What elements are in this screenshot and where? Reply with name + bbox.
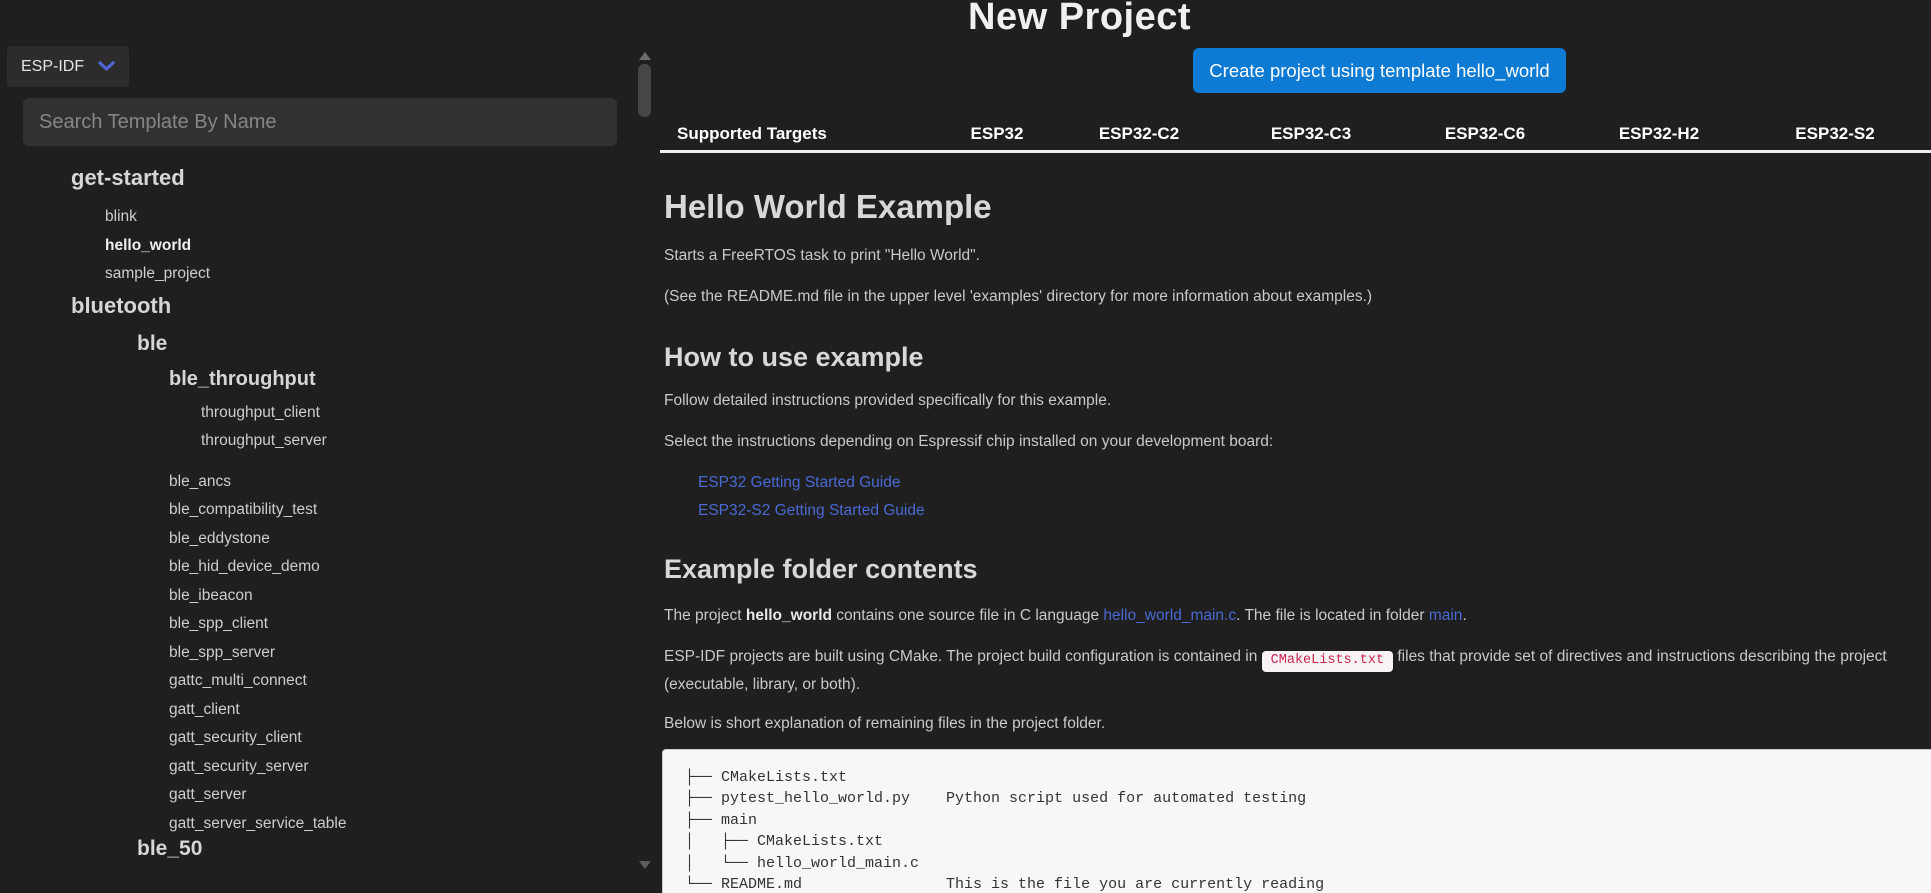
tree-item-ble_compatibility_test[interactable]: ble_compatibility_test bbox=[0, 496, 634, 525]
tree-category-ble[interactable]: ble bbox=[0, 331, 634, 356]
template-tree: get-started blinkhello_worldsample_projec… bbox=[0, 160, 634, 893]
link-hello-world-main[interactable]: hello_world_main.c bbox=[1103, 607, 1236, 624]
tree-item-gattc_multi_connect[interactable]: gattc_multi_connect bbox=[0, 667, 634, 696]
scroll-up-icon[interactable] bbox=[639, 52, 651, 60]
readme-paragraph: ESP-IDF projects are built using CMake. … bbox=[664, 648, 1931, 672]
text-run: The project bbox=[664, 607, 746, 624]
readme-paragraph: Starts a FreeRTOS task to print "Hello W… bbox=[664, 247, 980, 265]
section-heading-contents: Example folder contents bbox=[664, 554, 978, 585]
sidebar-scrollbar[interactable] bbox=[636, 0, 652, 893]
main-panel: New Project Create project using templat… bbox=[660, 0, 1931, 893]
framework-select[interactable]: ESP-IDF bbox=[7, 46, 129, 87]
tree-item-ble_ibeacon[interactable]: ble_ibeacon bbox=[0, 582, 634, 611]
project-name: hello_world bbox=[746, 607, 832, 624]
tree-item-gatt_client[interactable]: gatt_client bbox=[0, 696, 634, 725]
link-main-folder[interactable]: main bbox=[1429, 607, 1463, 624]
tree-item-sample_project[interactable]: sample_project bbox=[0, 260, 634, 289]
inline-code-cmakelists: CMakeLists.txt bbox=[1262, 651, 1393, 672]
tree-item-gatt_server[interactable]: gatt_server bbox=[0, 781, 634, 810]
search-input[interactable] bbox=[23, 98, 617, 146]
readme-paragraph: Follow detailed instructions provided sp… bbox=[664, 392, 1111, 410]
template-sidebar: ESP-IDF get-started blinkhello_worldsampl… bbox=[0, 0, 660, 893]
guide-link-0[interactable]: ESP32 Getting Started Guide bbox=[698, 474, 900, 492]
text-run: . The file is located in folder bbox=[1236, 607, 1429, 624]
tree-item-gatt_security_client[interactable]: gatt_security_client bbox=[0, 724, 634, 753]
tree-item-ble_spp_client[interactable]: ble_spp_client bbox=[0, 610, 634, 639]
tree-item-gatt_security_server[interactable]: gatt_security_server bbox=[0, 753, 634, 782]
scroll-down-icon[interactable] bbox=[639, 861, 651, 869]
readme-paragraph: (executable, library, or both). bbox=[664, 676, 860, 694]
tree-category-bluetooth[interactable]: bluetooth bbox=[0, 293, 634, 319]
text-run: . bbox=[1462, 607, 1466, 624]
tree-item-blink[interactable]: blink bbox=[0, 203, 634, 232]
tree-item-ble_eddystone[interactable]: ble_eddystone bbox=[0, 525, 634, 554]
text-run: contains one source file in C language bbox=[832, 607, 1103, 624]
tree-item-ble_ancs[interactable]: ble_ancs bbox=[0, 468, 634, 497]
readme-paragraph: (See the README.md file in the upper lev… bbox=[664, 288, 1372, 306]
tree-category-ble_throughput[interactable]: ble_throughput bbox=[0, 367, 634, 391]
tree-item-ble_hid_device_demo[interactable]: ble_hid_device_demo bbox=[0, 553, 634, 582]
tree-category-ble_50[interactable]: ble_50 bbox=[0, 836, 634, 861]
scrollbar-thumb[interactable] bbox=[638, 64, 651, 117]
section-heading-usage: How to use example bbox=[664, 342, 924, 373]
guide-link-1[interactable]: ESP32-S2 Getting Started Guide bbox=[698, 502, 925, 520]
text-run: files that provide set of directives and… bbox=[1393, 648, 1887, 665]
readme-paragraph: The project hello_world contains one sou… bbox=[664, 607, 1467, 625]
readme-paragraph: Select the instructions depending on Esp… bbox=[664, 433, 1273, 451]
readme-preview: Hello World Example Starts a FreeRTOS ta… bbox=[660, 0, 1931, 893]
tree-category-get-started[interactable]: get-started bbox=[0, 165, 634, 191]
text-run: ESP-IDF projects are built using CMake. … bbox=[664, 648, 1262, 665]
readme-paragraph: Below is short explanation of remaining … bbox=[664, 715, 1105, 733]
tree-item-hello_world[interactable]: hello_world bbox=[0, 232, 634, 261]
tree-item-gatt_server_service_table[interactable]: gatt_server_service_table bbox=[0, 810, 634, 839]
readme-title: Hello World Example bbox=[664, 188, 992, 226]
framework-select-label: ESP-IDF bbox=[21, 58, 84, 76]
file-tree-block: ├── CMakeLists.txt ├── pytest_hello_worl… bbox=[662, 749, 1931, 893]
file-tree-code: ├── CMakeLists.txt ├── pytest_hello_worl… bbox=[685, 767, 1931, 893]
chevron-down-icon bbox=[98, 61, 115, 72]
tree-item-ble_spp_server[interactable]: ble_spp_server bbox=[0, 639, 634, 668]
tree-item-throughput_server[interactable]: throughput_server bbox=[0, 427, 634, 456]
tree-item-throughput_client[interactable]: throughput_client bbox=[0, 399, 634, 428]
